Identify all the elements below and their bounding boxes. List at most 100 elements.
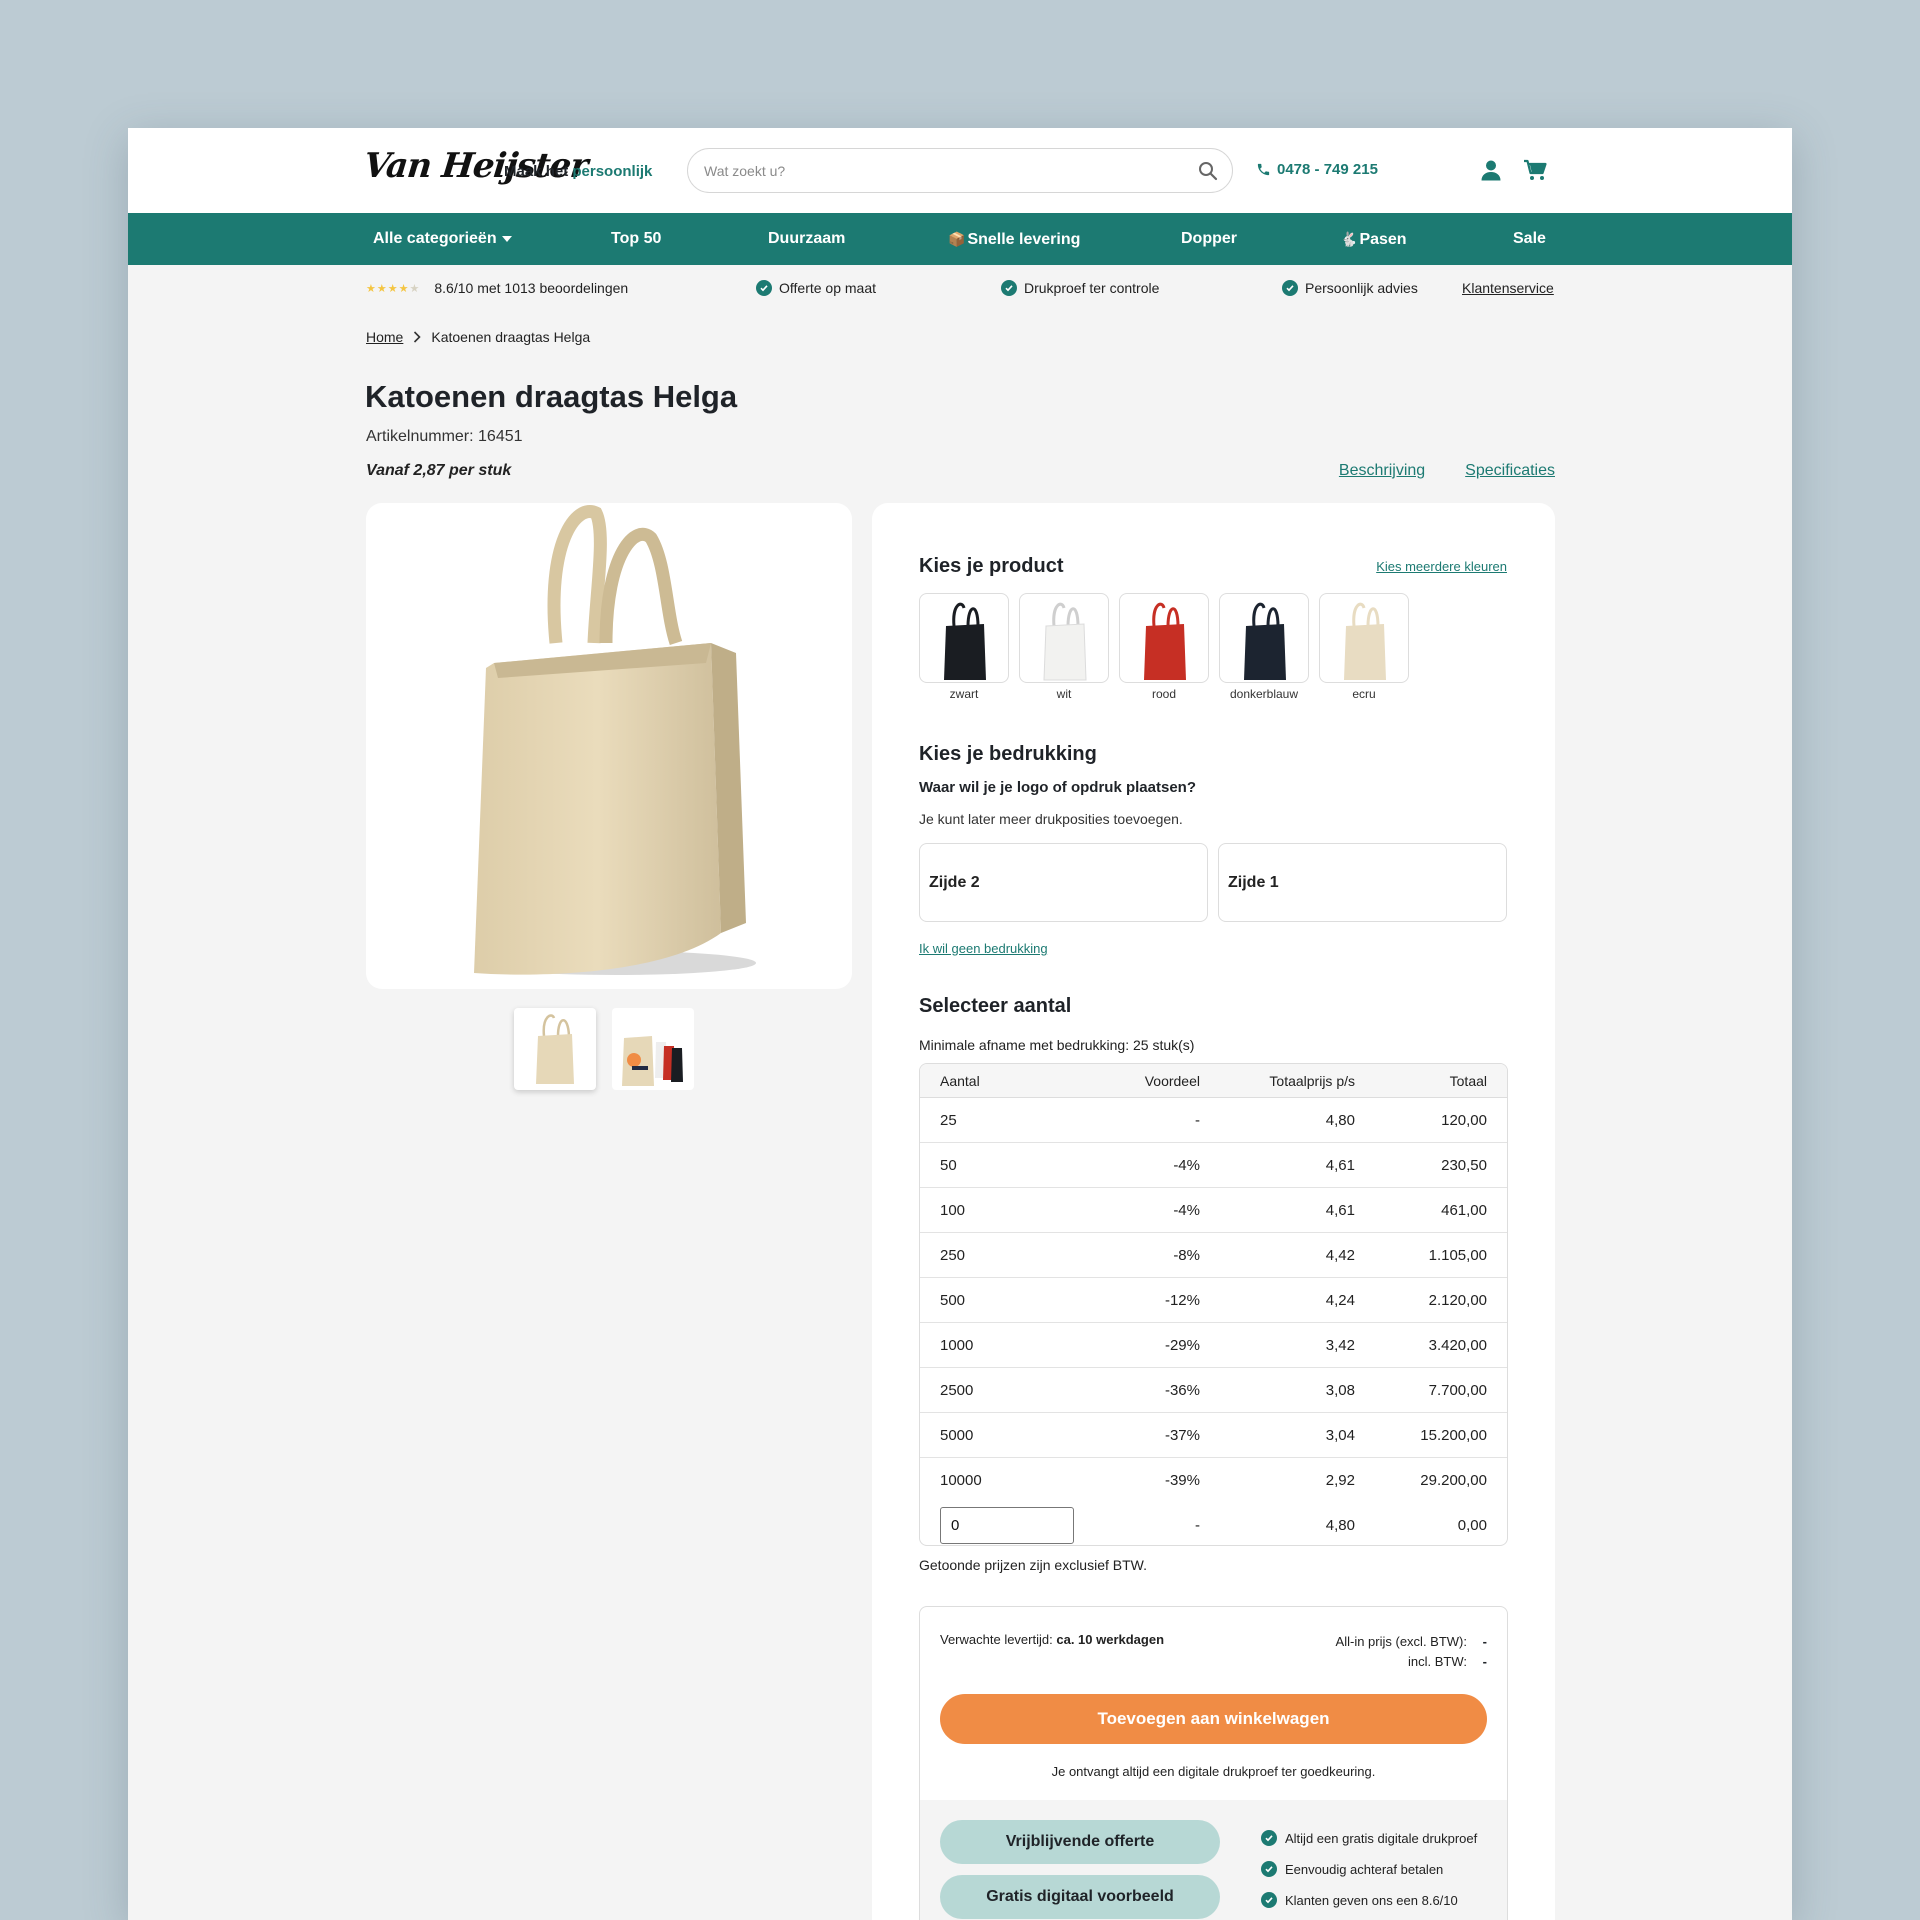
table-body: 25 - 4,80 120,00 50 -4% 4,61 230,50 100 -4% 4,61 46… (920, 1098, 1507, 1503)
breadcrumb-current: Katoenen draagtas Helga (431, 329, 591, 345)
chevron-right-icon (414, 331, 421, 343)
incl-label: incl. BTW: (1408, 1654, 1467, 1669)
allin-value: - (1482, 1634, 1487, 1649)
print-hint: Je kunt later meer drukposities toevoege… (919, 811, 1183, 827)
check-icon (1261, 1892, 1277, 1908)
main-nav: Alle categorieën Top 50 Duurzaam 📦 Snelle… (128, 213, 1792, 265)
quantity-input[interactable] (940, 1507, 1074, 1544)
table-row[interactable]: 50 -4% 4,61 230,50 (920, 1143, 1507, 1188)
color-swatch-label: ecru (1352, 687, 1376, 701)
usp-label: Offerte op maat (779, 280, 877, 296)
nav-duurzaam[interactable]: Duurzaam (768, 213, 845, 265)
search-input[interactable] (704, 149, 1174, 192)
custom-total: 0,00 (1457, 1517, 1487, 1534)
bag-wit-image (1043, 602, 1087, 681)
nav-label: Pasen (1359, 231, 1407, 248)
unit-price-cell: 4,61 (1325, 1157, 1355, 1174)
nav-sale[interactable]: Sale (1513, 213, 1546, 265)
nav-label: Alle categorieën (373, 230, 497, 247)
check-icon (1001, 280, 1017, 296)
color-swatch-label: wit (1056, 687, 1072, 701)
discount-cell: - (1195, 1112, 1200, 1129)
nav-label: Top 50 (611, 230, 662, 247)
phone-icon (1257, 163, 1270, 176)
rating-text: 8.6/10 met 1013 beoordelingen (434, 280, 629, 296)
table-row[interactable]: 5000 -37% 3,04 15.200,00 (920, 1413, 1507, 1458)
price-values: - - (1483, 1632, 1487, 1672)
minimum-order: Minimale afname met bedrukking: 25 stuk(… (919, 1037, 1195, 1053)
perk-label: Altijd een gratis digitale drukproef (1285, 1830, 1478, 1846)
page-title: Katoenen draagtas Helga (365, 379, 738, 414)
nav-all-categories[interactable]: Alle categorieën (373, 213, 512, 265)
quantity-cell: 1000 (940, 1337, 974, 1354)
description-link[interactable]: Beschrijving (1339, 462, 1425, 480)
table-row[interactable]: 10000 -39% 2,92 29.200,00 (920, 1458, 1507, 1503)
color-swatch-rood[interactable] (1119, 593, 1209, 683)
product-image[interactable] (366, 503, 852, 989)
breadcrumb: Home Katoenen draagtas Helga (366, 329, 590, 345)
custom-discount: - (1195, 1517, 1200, 1534)
color-swatch-label: rood (1151, 687, 1177, 701)
package-icon: 📦 (948, 231, 966, 247)
price-labels: All-in prijs (excl. BTW): incl. BTW: (1336, 1632, 1467, 1672)
column-header: Voordeel (1144, 1073, 1200, 1089)
order-summary: Verwachte levertijd: ca. 10 werkdagen Al… (919, 1606, 1508, 1920)
color-swatch-ecru[interactable] (1319, 593, 1409, 683)
table-header: Aantal Voordeel Totaalprijs p/s Totaal (920, 1064, 1507, 1098)
unit-price-cell: 4,61 (1325, 1202, 1355, 1219)
nav-top-50[interactable]: Top 50 (611, 213, 661, 265)
rating-summary[interactable]: ★ ★ ★ ★ ★ 8.6/10 met 1013 beoordelingen (366, 280, 628, 296)
quantity-cell: 500 (940, 1292, 966, 1309)
specifications-link[interactable]: Specificaties (1465, 462, 1555, 480)
table-row[interactable]: 1000 -29% 3,42 3.420,00 (920, 1323, 1507, 1368)
nav-dopper[interactable]: Dopper (1181, 213, 1237, 265)
search-bar (687, 148, 1233, 193)
column-header: Aantal (940, 1073, 980, 1089)
table-row[interactable]: 100 -4% 4,61 461,00 (920, 1188, 1507, 1233)
color-swatch-zwart[interactable] (919, 593, 1009, 683)
discount-cell: -8% (1173, 1247, 1200, 1264)
phone-number: 0478 - 749 215 (1277, 161, 1378, 178)
table-row[interactable]: 25 - 4,80 120,00 (920, 1098, 1507, 1143)
total-cell: 3.420,00 (1428, 1337, 1487, 1354)
nav-snelle-levering[interactable]: 📦 Snelle levering (948, 213, 1080, 265)
tote-bag-image (474, 505, 756, 975)
price-from: Vanaf 2,87 per stuk (366, 462, 512, 479)
table-row[interactable]: 500 -12% 4,24 2.120,00 (920, 1278, 1507, 1323)
usp-item: Persoonlijk advies (1282, 280, 1418, 296)
nav-label: Sale (1513, 230, 1546, 247)
customer-service-link[interactable]: Klantenservice (1462, 280, 1554, 296)
thumbnail-colors[interactable] (612, 1008, 694, 1090)
perk-item: Altijd een gratis digitale drukproef (1261, 1830, 1477, 1846)
quote-button[interactable]: Vrijblijvende offerte (940, 1820, 1220, 1864)
delivery-label: Verwachte levertijd: (940, 1632, 1053, 1647)
print-side-1[interactable]: Zijde 1 (1218, 843, 1507, 922)
breadcrumb-home[interactable]: Home (366, 329, 403, 345)
usp-item: Drukproef ter controle (1001, 280, 1159, 296)
total-cell: 1.105,00 (1428, 1247, 1487, 1264)
add-to-cart-button[interactable]: Toevoegen aan winkelwagen (940, 1694, 1487, 1744)
discount-cell: -36% (1164, 1382, 1200, 1399)
nav-pasen[interactable]: 🐇 Pasen (1340, 213, 1407, 265)
check-icon (1282, 280, 1298, 296)
discount-cell: -39% (1164, 1472, 1200, 1489)
cart-icon[interactable] (1523, 159, 1547, 181)
price-table: Aantal Voordeel Totaalprijs p/s Totaal 2… (919, 1063, 1508, 1546)
color-swatch-wit[interactable] (1019, 593, 1109, 683)
preview-button[interactable]: Gratis digitaal voorbeeld (940, 1875, 1220, 1919)
print-side-2[interactable]: Zijde 2 (919, 843, 1208, 922)
thumbnail-ecru[interactable] (514, 1008, 596, 1090)
no-print-link[interactable]: Ik wil geen bedrukking (919, 941, 1048, 956)
table-row[interactable]: 250 -8% 4,42 1.105,00 (920, 1233, 1507, 1278)
table-row[interactable]: 2500 -36% 3,08 7.700,00 (920, 1368, 1507, 1413)
nav-label: Snelle levering (967, 231, 1081, 248)
column-header: Totaalprijs p/s (1269, 1073, 1355, 1089)
color-swatch-donkerblauw[interactable] (1219, 593, 1309, 683)
choose-product-heading: Kies je product (919, 555, 1064, 577)
search-icon[interactable] (1198, 161, 1218, 181)
account-icon[interactable] (1480, 159, 1502, 181)
phone-link[interactable]: 0478 - 749 215 (1256, 161, 1378, 178)
multi-color-link[interactable]: Kies meerdere kleuren (1376, 559, 1507, 574)
discount-cell: -29% (1164, 1337, 1200, 1354)
select-quantity-heading: Selecteer aantal (919, 995, 1072, 1017)
